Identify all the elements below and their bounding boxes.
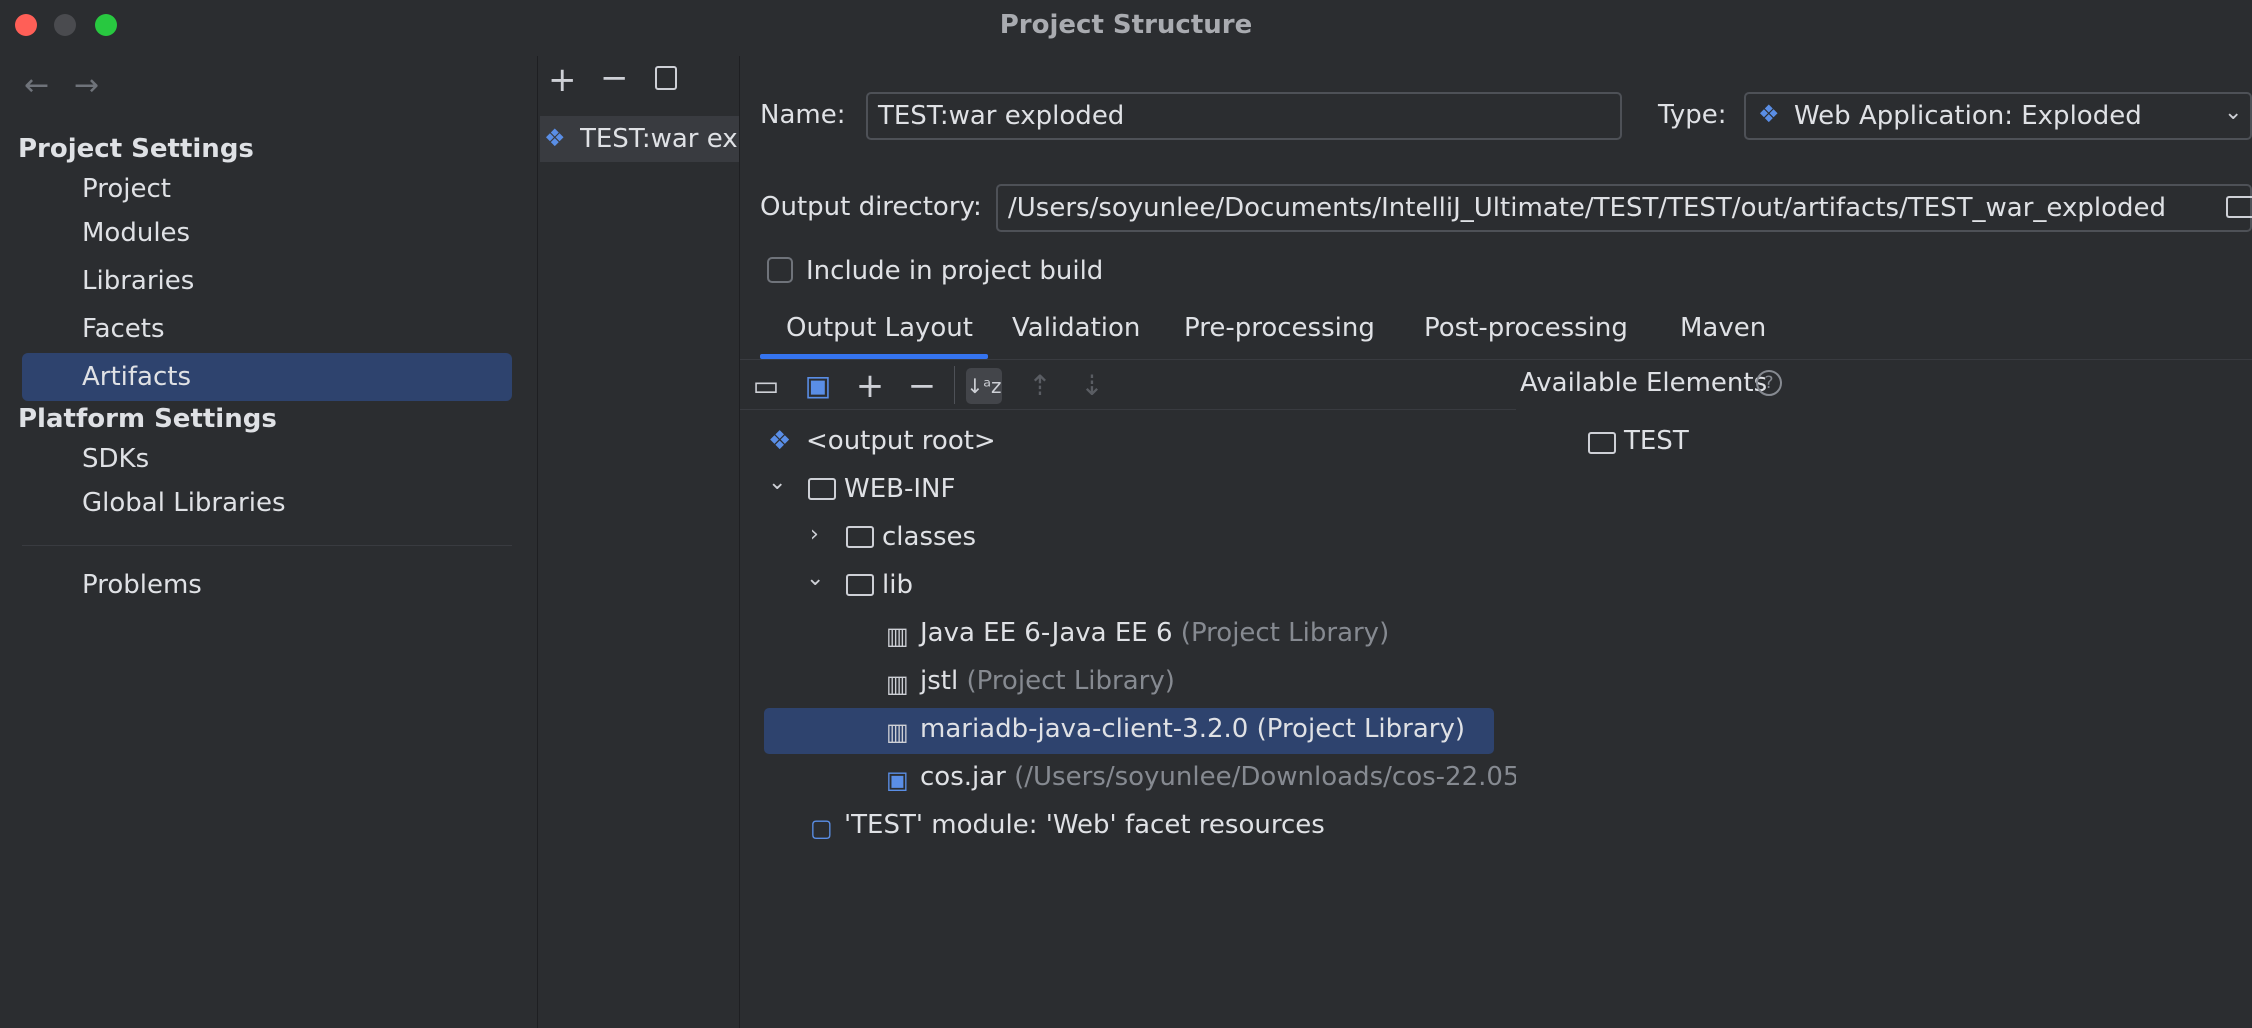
tree-web-inf[interactable]: WEB-INF	[844, 474, 955, 504]
copy-icon[interactable]	[655, 66, 677, 90]
chevron-down-icon[interactable]: ⌄	[768, 470, 786, 495]
artifact-item-label: TEST:war exploded	[580, 124, 739, 154]
module-folder-icon	[1588, 432, 1616, 454]
tree-facet-resources[interactable]: 'TEST' module: 'Web' facet resources	[844, 810, 1325, 840]
library-name: jstl	[920, 666, 959, 696]
tab-maven[interactable]: Maven	[1680, 313, 1766, 343]
folder-browse-icon[interactable]	[2226, 196, 2252, 218]
tab-post-processing[interactable]: Post-processing	[1424, 313, 1628, 343]
sidebar-item-artifacts[interactable]: Artifacts	[82, 362, 191, 392]
tab-validation[interactable]: Validation	[1012, 313, 1140, 343]
type-value: Web Application: Exploded	[1794, 101, 2142, 131]
tree-library-item[interactable]: cos.jar (/Users/soyunlee/Downloads/cos-2…	[920, 762, 1516, 792]
tree-library-item[interactable]: Java EE 6-Java EE 6 (Project Library)	[920, 618, 1389, 648]
output-directory-label: Output directory:	[760, 192, 982, 222]
move-down-icon[interactable]: ⇣	[1074, 368, 1110, 404]
sidebar-item-project[interactable]: Project	[82, 174, 171, 204]
window-title: Project Structure	[999, 10, 1253, 40]
web-application-icon: ❖	[1758, 100, 1780, 128]
platform-settings-heading: Platform Settings	[18, 404, 277, 434]
sort-elements-icon[interactable]: ↓ᵃz	[966, 368, 1002, 404]
library-note: (Project Library)	[1180, 618, 1390, 648]
add-archive-icon[interactable]: ▣	[800, 368, 836, 404]
sidebar-item-facets[interactable]: Facets	[82, 314, 165, 344]
library-name: cos.jar	[920, 762, 1006, 792]
sidebar-separator	[537, 56, 538, 1028]
sidebar-item-modules[interactable]: Modules	[82, 218, 190, 248]
include-in-build-checkbox[interactable]	[767, 257, 793, 283]
sidebar-item-sdks[interactable]: SDKs	[82, 444, 149, 474]
output-directory-field[interactable]: /Users/soyunlee/Documents/IntelliJ_Ultim…	[996, 184, 2252, 232]
type-dropdown[interactable]: Web Application: Exploded	[1744, 92, 2252, 140]
web-facet-icon: ▢	[810, 814, 833, 842]
available-elements-title: Available Elements	[1520, 368, 1768, 398]
folder-icon	[846, 526, 874, 548]
tab-pre-processing[interactable]: Pre-processing	[1184, 313, 1375, 343]
folder-icon	[846, 574, 874, 596]
chevron-down-icon[interactable]: ⌄	[2224, 100, 2242, 125]
type-label: Type:	[1658, 100, 1727, 130]
add-artifact-button[interactable]: +	[548, 60, 577, 100]
move-up-icon[interactable]: ⇡	[1022, 368, 1058, 404]
back-arrow-icon[interactable]: ←	[24, 68, 49, 103]
library-note: (Project Library)	[966, 666, 1175, 696]
sidebar-divider	[22, 545, 512, 546]
toolbar-bottom-divider	[740, 409, 1516, 410]
library-name: Java EE 6-Java EE 6	[920, 618, 1173, 648]
folder-icon	[808, 478, 836, 500]
library-icon: ▥	[886, 622, 909, 650]
web-artifact-icon: ❖	[544, 124, 566, 152]
sidebar-item-libraries[interactable]: Libraries	[82, 266, 194, 296]
archive-icon: ▣	[886, 766, 909, 794]
remove-artifact-button[interactable]: −	[600, 58, 629, 98]
toolbar-divider	[954, 366, 955, 404]
tree-library-item[interactable]: jstl (Project Library)	[920, 666, 1175, 696]
tree-classes[interactable]: classes	[882, 522, 976, 552]
project-settings-heading: Project Settings	[18, 134, 254, 164]
tabs-divider	[740, 359, 2252, 360]
library-icon: ▥	[886, 670, 909, 698]
create-directory-icon[interactable]: ▭	[748, 368, 784, 404]
name-field[interactable]: TEST:war exploded	[866, 92, 1622, 140]
library-note: (/Users/soyunlee/Downloads/cos-22.05/li	[1014, 762, 1516, 792]
chevron-right-icon[interactable]: ›	[810, 522, 819, 547]
available-item-test[interactable]: TEST	[1624, 426, 1689, 456]
tree-library-item-selected[interactable]: mariadb-java-client-3.2.0 (Project Libra…	[920, 714, 1465, 744]
chevron-down-icon[interactable]: ⌄	[806, 566, 824, 591]
sidebar-item-global-libraries[interactable]: Global Libraries	[82, 488, 286, 518]
tree-lib[interactable]: lib	[882, 570, 913, 600]
include-in-build-label: Include in project build	[806, 256, 1104, 286]
forward-arrow-icon[interactable]: →	[74, 68, 99, 103]
remove-button[interactable]: −	[904, 368, 940, 404]
tree-output-root[interactable]: <output root>	[806, 426, 996, 456]
library-note: (Project Library)	[1256, 714, 1465, 744]
tab-output-layout[interactable]: Output Layout	[786, 313, 973, 343]
library-name: mariadb-java-client-3.2.0	[920, 714, 1249, 744]
list-separator	[739, 56, 740, 1028]
add-copy-of-button[interactable]: +	[852, 368, 888, 404]
sidebar-item-problems[interactable]: Problems	[82, 570, 202, 600]
help-icon[interactable]: ?	[1756, 370, 1782, 396]
name-label: Name:	[760, 100, 846, 130]
library-icon: ▥	[886, 718, 909, 746]
output-root-icon: ❖	[768, 426, 792, 456]
